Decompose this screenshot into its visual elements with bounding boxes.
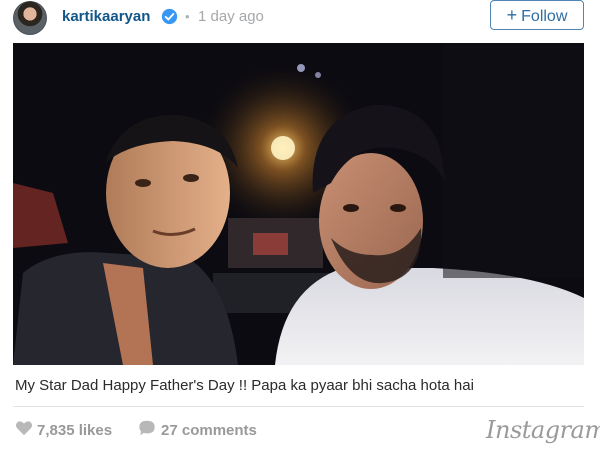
meta-separator: • — [185, 9, 190, 24]
follow-label: Follow — [521, 8, 568, 25]
post-footer: 7,835 likes 27 comments Instagram — [0, 412, 600, 450]
instagram-logo[interactable]: Instagram — [486, 416, 600, 444]
post-timestamp[interactable]: 1 day ago — [198, 8, 264, 25]
follow-button[interactable]: + Follow — [490, 0, 584, 30]
likes-count[interactable]: 7,835 likes — [37, 422, 112, 439]
verified-badge-icon — [161, 8, 178, 25]
avatar[interactable] — [13, 1, 47, 35]
plus-icon: + — [506, 5, 518, 25]
speech-bubble-icon[interactable] — [138, 419, 156, 437]
divider — [13, 406, 584, 407]
post-header: kartikaaryan • 1 day ago + Follow — [0, 0, 600, 36]
username-link[interactable]: kartikaaryan — [62, 8, 150, 25]
post-photo[interactable] — [13, 43, 584, 365]
photo-illustration — [13, 43, 584, 365]
comments-count[interactable]: 27 comments — [161, 422, 257, 439]
heart-icon[interactable] — [15, 420, 33, 436]
post-caption: My Star Dad Happy Father's Day !! Papa k… — [15, 377, 474, 394]
